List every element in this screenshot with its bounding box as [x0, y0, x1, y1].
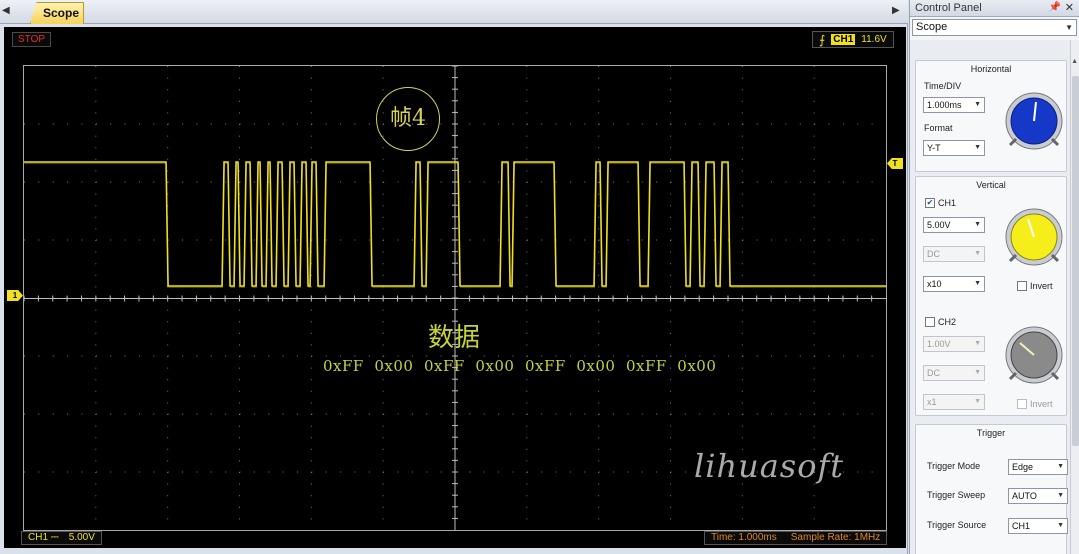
- chevron-down-icon: ▼: [974, 250, 981, 257]
- chevron-down-icon: ▼: [974, 144, 981, 151]
- channel-readout: CH1 ⎓ 5.00V: [21, 531, 102, 545]
- trigger-mode-select[interactable]: Edge ▼: [1008, 459, 1068, 475]
- chevron-down-icon: ▼: [974, 101, 981, 108]
- sample-rate-readout: Sample Rate: 1MHz: [790, 532, 881, 543]
- ch2-volts-value: 1.00V: [927, 339, 951, 349]
- horizontal-title: Horizontal: [970, 64, 1012, 74]
- control-panel: Control Panel 📌 ✕ Scope ▼ ▲ Horizontal T…: [909, 0, 1079, 554]
- ch1-coupling-value: DC: [927, 249, 940, 259]
- horizontal-group: Horizontal Time/DIV 1.000ms ▼ Format Y-T ▼: [915, 60, 1067, 172]
- ch1-invert-checkbox[interactable]: [1017, 281, 1027, 291]
- chevron-down-icon: ▼: [974, 369, 981, 376]
- chevron-down-icon: ▼: [1057, 492, 1064, 499]
- ch2-coupling-value: DC: [927, 368, 940, 378]
- chevron-down-icon: ▼: [1057, 463, 1064, 470]
- tab-scroll-right-icon[interactable]: ▶: [892, 5, 900, 16]
- trigger-level-value: 11.6V: [861, 34, 887, 45]
- trigger-sweep-value: AUTO: [1012, 491, 1037, 501]
- scrollbar-thumb[interactable]: [1072, 76, 1079, 446]
- control-panel-title: Control Panel: [915, 2, 982, 14]
- channel-readout-volts: 5.00V: [68, 532, 95, 543]
- time-div-value: 1.000ms: [927, 100, 962, 110]
- time-div-label: Time/DIV: [924, 81, 962, 91]
- ch2-checkbox[interactable]: [925, 317, 935, 327]
- ch1-probe-select[interactable]: x10 ▼: [923, 276, 985, 292]
- trigger-sweep-select[interactable]: AUTO ▼: [1008, 488, 1068, 504]
- scroll-up-icon[interactable]: ▲: [1071, 58, 1078, 65]
- ch2-volts-select[interactable]: 1.00V ▼: [923, 336, 985, 352]
- trigger-sweep-label: Trigger Sweep: [927, 490, 986, 500]
- watermark: lihuasoft: [694, 447, 845, 485]
- trigger-channel-badge: CH1: [831, 34, 856, 45]
- chevron-down-icon: ▼: [974, 280, 981, 287]
- ch2-probe-value: x1: [927, 397, 937, 407]
- trigger-mode-label: Trigger Mode: [927, 461, 981, 471]
- pin-icon[interactable]: 📌: [1049, 0, 1061, 16]
- dc-coupling-icon: ⎓: [50, 532, 59, 543]
- trigger-mode-value: Edge: [1012, 462, 1034, 472]
- ch2-invert-checkbox[interactable]: [1017, 399, 1027, 409]
- mode-select[interactable]: Scope ▼: [912, 19, 1077, 36]
- trigger-group: Trigger Trigger Mode Edge ▼ Trigger Sweep…: [915, 424, 1068, 554]
- time-readout: Time: 1.000ms: [711, 532, 777, 543]
- frame-label: 帧4: [376, 87, 440, 151]
- ch1-volts-select[interactable]: 5.00V ▼: [923, 217, 985, 233]
- ch1-label: CH1: [938, 198, 957, 208]
- control-panel-titlebar: Control Panel 📌 ✕: [910, 0, 1079, 17]
- run-status-badge[interactable]: STOP: [12, 32, 52, 47]
- chevron-down-icon: ▼: [974, 221, 981, 228]
- ch1-probe-value: x10: [927, 279, 942, 289]
- ch2-invert-label: Invert: [1030, 399, 1053, 409]
- control-panel-scroll-area: ▲ Horizontal Time/DIV 1.000ms ▼ Format Y-…: [910, 40, 1079, 554]
- ch1-offset-marker[interactable]: 1: [7, 290, 23, 301]
- ch1-volts-value: 5.00V: [927, 220, 951, 230]
- chevron-down-icon: ▼: [974, 340, 981, 347]
- trigger-info: ⨍ CH1 11.6V: [812, 31, 894, 48]
- data-bytes: 0xFF 0x00 0xFF 0x00 0xFF 0x00 0xFF 0x00: [323, 357, 717, 375]
- close-icon[interactable]: ✕: [1065, 0, 1074, 16]
- scope-pane: ◀ Scope ▶ STOP ⨍ CH1 11.6V 1 T 帧4 数据 0xF…: [0, 0, 908, 554]
- chevron-down-icon: ▼: [1065, 23, 1073, 32]
- ch1-checkbox[interactable]: ✔: [925, 198, 935, 208]
- vertical-title: Vertical: [976, 180, 1006, 190]
- tab-scope[interactable]: Scope: [30, 2, 84, 24]
- ch2-probe-select[interactable]: x1 ▼: [923, 394, 985, 410]
- format-label: Format: [924, 123, 953, 133]
- timebase-readout: Time: 1.000ms Sample Rate: 1MHz: [704, 531, 888, 545]
- mode-select-value: Scope: [916, 21, 948, 33]
- vertical-group: Vertical ✔ CH1 5.00V ▼ DC ▼ x10 ▼ Invert: [915, 176, 1067, 416]
- time-div-select[interactable]: 1.000ms ▼: [923, 97, 985, 113]
- data-title: 数据: [428, 323, 481, 353]
- ch2-volts-knob[interactable]: [1004, 325, 1064, 385]
- scope-display[interactable]: STOP ⨍ CH1 11.6V 1 T 帧4 数据 0xFF 0x00 0xF…: [4, 27, 906, 548]
- format-select[interactable]: Y-T ▼: [923, 140, 985, 156]
- ch2-coupling-select[interactable]: DC ▼: [923, 365, 985, 381]
- chevron-down-icon: ▼: [974, 398, 981, 405]
- trigger-source-select[interactable]: CH1 ▼: [1008, 518, 1068, 534]
- tab-bar: ◀ Scope ▶: [0, 0, 908, 24]
- trigger-title: Trigger: [976, 428, 1006, 438]
- ch1-coupling-select[interactable]: DC ▼: [923, 246, 985, 262]
- scrollbar[interactable]: ▲: [1070, 40, 1079, 554]
- trigger-source-value: CH1: [1012, 521, 1031, 531]
- chevron-down-icon: ▼: [1057, 522, 1064, 529]
- timebase-knob[interactable]: [1004, 91, 1064, 151]
- tab-scroll-left-icon[interactable]: ◀: [2, 5, 10, 16]
- format-value: Y-T: [927, 143, 941, 153]
- channel-readout-name: CH1 ⎓: [28, 532, 59, 543]
- trigger-level-marker[interactable]: T: [887, 158, 903, 169]
- rising-edge-icon: ⨍: [819, 32, 826, 47]
- app-window: ◀ Scope ▶ STOP ⨍ CH1 11.6V 1 T 帧4 数据 0xF…: [0, 0, 1079, 554]
- trigger-source-label: Trigger Source: [927, 520, 987, 530]
- ch2-label: CH2: [938, 317, 957, 327]
- ch1-volts-knob[interactable]: [1004, 207, 1064, 267]
- ch1-invert-label: Invert: [1030, 281, 1053, 291]
